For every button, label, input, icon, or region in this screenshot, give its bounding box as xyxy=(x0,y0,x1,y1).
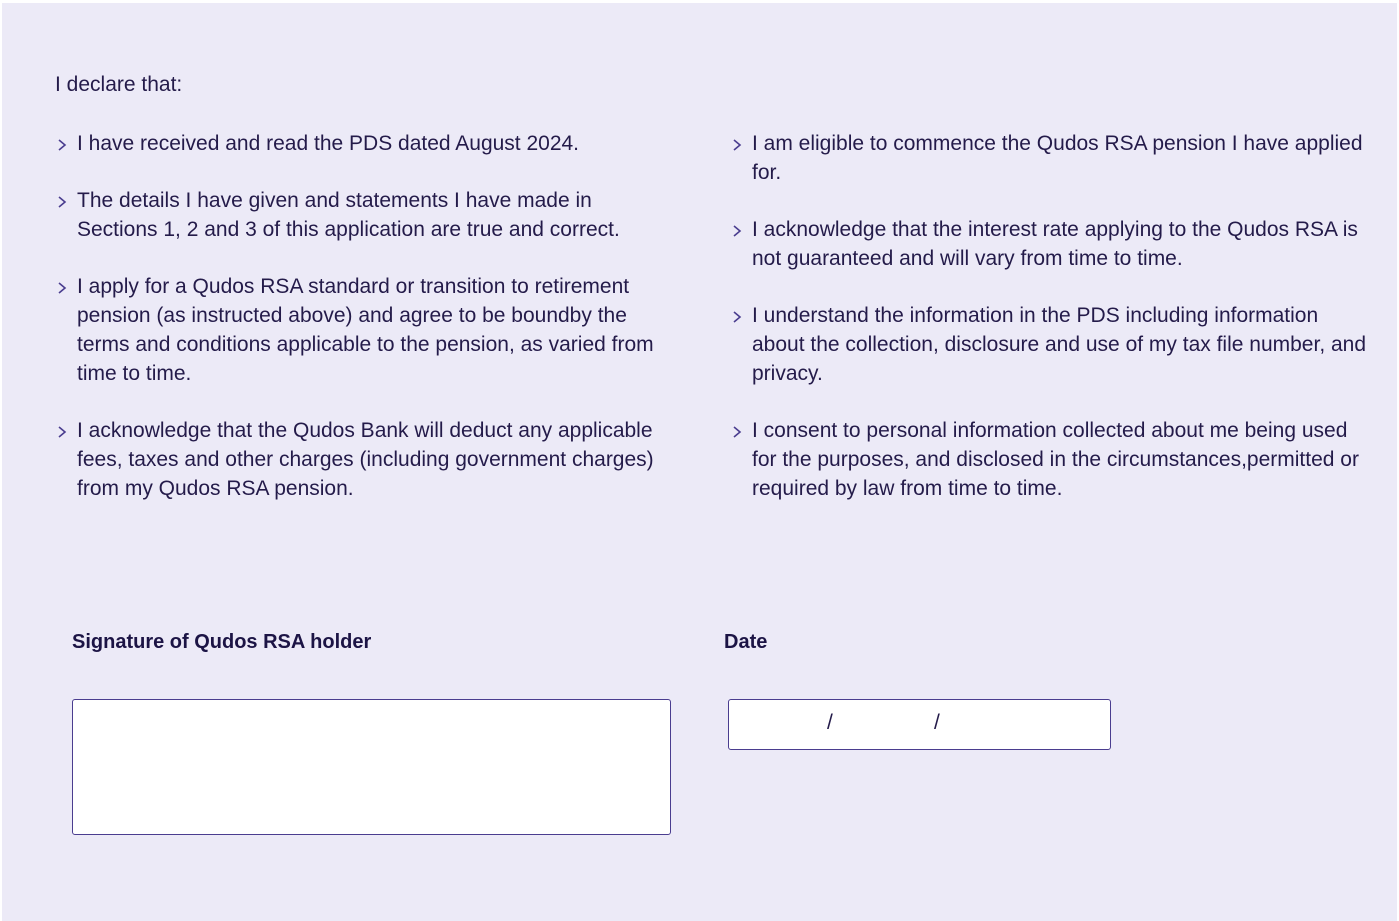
signature-label: Signature of Qudos RSA holder xyxy=(72,631,372,653)
declaration-panel: I declare that: I have received and read… xyxy=(2,3,1397,921)
list-item-text: I acknowledge that the interest rate app… xyxy=(752,218,1358,270)
list-item: I have received and read the PDS dated A… xyxy=(55,129,675,158)
declaration-list-right: I am eligible to commence the Qudos RSA … xyxy=(730,129,1370,531)
list-item-text: I apply for a Qudos RSA standard or tran… xyxy=(77,275,654,385)
list-item: I understand the information in the PDS … xyxy=(730,301,1370,388)
chevron-right-icon xyxy=(733,311,742,323)
chevron-right-icon xyxy=(733,225,742,237)
list-item-text: I acknowledge that the Qudos Bank will d… xyxy=(77,419,654,500)
list-item: I consent to personal information collec… xyxy=(730,416,1370,503)
chevron-right-icon xyxy=(58,196,67,208)
signature-field[interactable] xyxy=(72,699,671,835)
chevron-right-icon xyxy=(733,139,742,151)
date-separator: / xyxy=(934,711,940,734)
chevron-right-icon xyxy=(733,426,742,438)
chevron-right-icon xyxy=(58,282,67,294)
list-item-text: I have received and read the PDS dated A… xyxy=(77,132,580,155)
list-item: I acknowledge that the interest rate app… xyxy=(730,215,1370,273)
chevron-right-icon xyxy=(58,139,67,151)
list-item: The details I have given and statements … xyxy=(55,186,675,244)
list-item: I am eligible to commence the Qudos RSA … xyxy=(730,129,1370,187)
date-separator: / xyxy=(827,711,833,734)
date-field[interactable]: / / xyxy=(728,699,1111,750)
list-item-text: I understand the information in the PDS … xyxy=(752,304,1367,385)
list-item-text: The details I have given and statements … xyxy=(77,189,620,241)
list-item-text: I consent to personal information collec… xyxy=(752,419,1359,500)
date-label: Date xyxy=(724,631,768,653)
declaration-list-left: I have received and read the PDS dated A… xyxy=(55,129,675,531)
list-item-text: I am eligible to commence the Qudos RSA … xyxy=(752,132,1363,184)
list-item: I acknowledge that the Qudos Bank will d… xyxy=(55,416,675,503)
list-item: I apply for a Qudos RSA standard or tran… xyxy=(55,272,675,388)
chevron-right-icon xyxy=(58,426,67,438)
declaration-intro: I declare that: xyxy=(55,73,183,96)
